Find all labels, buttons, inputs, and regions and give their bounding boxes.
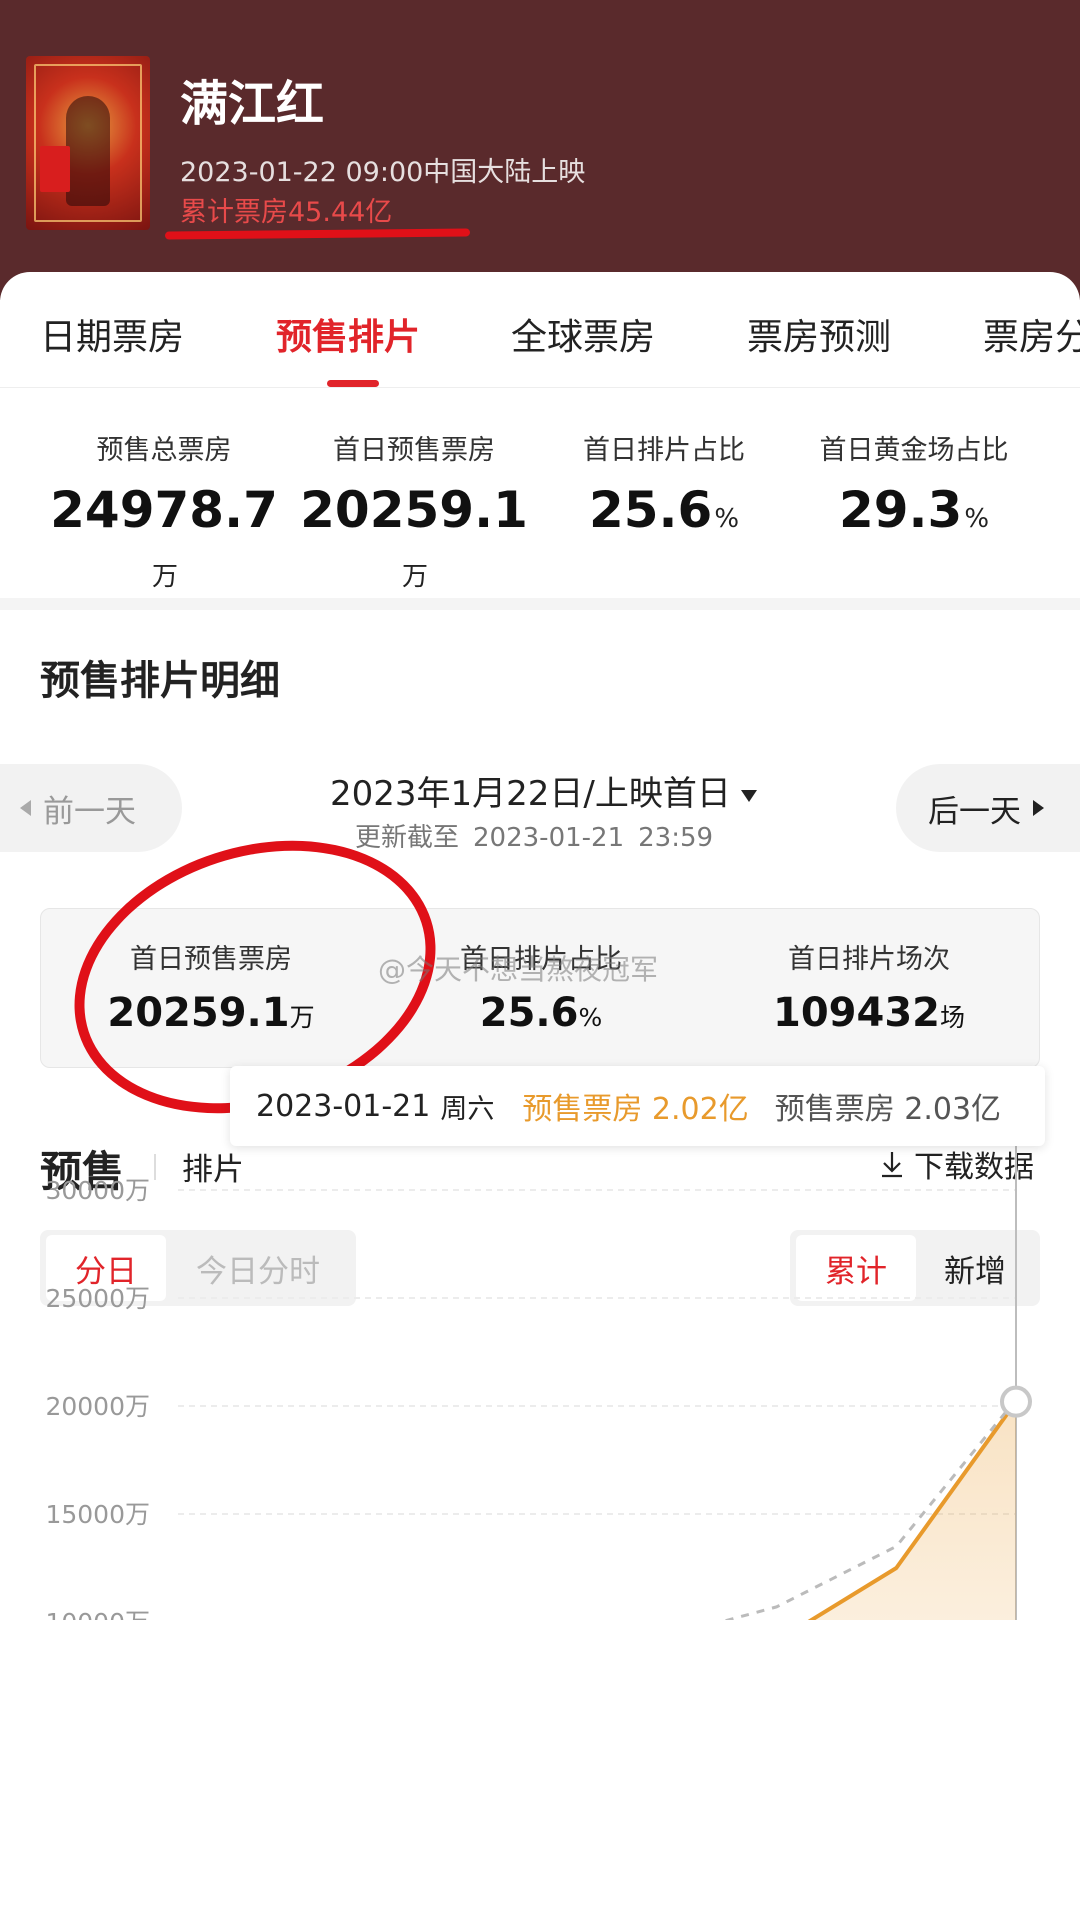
section-divider — [0, 598, 1080, 610]
next-day-button[interactable]: 后一天 — [896, 764, 1080, 852]
tab-box-office-forecast[interactable]: 票房预测 — [747, 308, 891, 360]
sub-stat-showings: 首日排片场次 109432场 — [719, 937, 1019, 1036]
tab-bar: 日期票房 预售排片 全球票房 票房预测 票房分 — [0, 272, 1080, 388]
stat-unit: % — [964, 504, 990, 534]
tab-global-box-office[interactable]: 全球票房 — [511, 308, 655, 360]
tab-presale-schedule[interactable]: 预售排片 — [276, 308, 420, 360]
update-timestamp: 更新截至 2023-01-21 23:59 — [355, 817, 713, 854]
release-info: 2023-01-22 09:00中国大陆上映 — [180, 157, 586, 188]
stat-label: 预售总票房 — [96, 435, 232, 466]
stat-label: 首日黄金场占比 — [819, 435, 1009, 466]
stat-first-day-presale: 首日预售票房 20259.1 万 — [289, 428, 539, 597]
update-date: 2023-01-21 — [473, 823, 625, 853]
highlighted-point — [1000, 1385, 1032, 1418]
stat-value: 20259.1 万 — [289, 481, 539, 597]
series-area-fill — [178, 1401, 1016, 1838]
stat-unit: 万 — [401, 562, 428, 592]
poster-figure — [66, 96, 110, 206]
y-tick-label: 30000万 — [45, 1176, 150, 1205]
stat-presale-total: 预售总票房 24978.7 万 — [39, 428, 289, 597]
current-date: 2023年1月22日/上映首日 — [330, 774, 731, 814]
prev-day-button[interactable]: 前一天 — [0, 764, 182, 852]
y-tick-label: 25000万 — [45, 1284, 150, 1313]
movie-header: 满江红 2023-01-22 09:00中国大陆上映 累计票房45.44亿 — [0, 0, 1080, 300]
sub-stat-number: 109432 — [772, 990, 940, 1036]
sub-stat-value: 25.6% — [391, 990, 691, 1036]
stat-number: 20259.1 — [300, 481, 528, 539]
summary-stats: 预售总票房 24978.7 万 首日预售票房 20259.1 万 首日排片占比 25… — [0, 388, 1080, 592]
tooltip-series-current: 预售票房 2.02亿 — [522, 1092, 749, 1127]
triangle-left-icon — [20, 800, 31, 816]
prev-day-label: 前一天 — [43, 793, 136, 830]
sub-stat-number: 25.6 — [479, 990, 579, 1036]
sub-stat-label: 首日排片场次 — [788, 944, 950, 975]
sub-stat-unit: 场 — [939, 1003, 965, 1032]
y-tick-label: 10000万 — [45, 1608, 150, 1620]
update-label: 更新截至 — [355, 823, 460, 853]
red-underline-annotation — [164, 228, 471, 240]
stat-first-day-prime-share: 首日黄金场占比 29.3% — [789, 428, 1039, 539]
stat-value: 29.3% — [789, 481, 1039, 539]
tab-box-office-analysis[interactable]: 票房分 — [983, 308, 1080, 360]
stat-value: 24978.7 万 — [39, 481, 289, 597]
cumulative-box-office: 累计票房45.44亿 — [180, 197, 393, 228]
stat-number: 24978.7 — [50, 481, 278, 539]
update-time: 23:59 — [638, 823, 714, 853]
tooltip-series-compare: 预售票房 2.03亿 — [774, 1092, 1002, 1127]
y-tick-label: 15000万 — [45, 1500, 150, 1529]
active-tab-indicator — [327, 380, 379, 387]
triangle-right-icon — [1033, 800, 1044, 816]
stat-number: 25.6 — [588, 481, 713, 539]
movie-title: 满江红 — [180, 76, 325, 132]
tab-daily-box-office[interactable]: 日期票房 — [40, 308, 184, 360]
poster-seal — [40, 146, 70, 192]
stat-value: 25.6% — [539, 481, 789, 539]
stat-label: 首日排片占比 — [583, 435, 745, 466]
next-day-label: 后一天 — [928, 793, 1021, 830]
stat-unit: 万 — [151, 562, 178, 592]
tooltip-date: 2023-01-21 — [256, 1088, 431, 1124]
y-tick-label: 20000万 — [45, 1392, 150, 1421]
stat-number: 29.3 — [838, 481, 963, 539]
section-title: 预售排片明细 — [40, 658, 280, 704]
date-selector[interactable]: 2023年1月22日/上映首日 — [330, 766, 757, 815]
caret-down-icon — [740, 789, 757, 802]
weibo-watermark: @今天不想当熬夜冠军 — [378, 953, 659, 986]
sub-stat-unit: % — [578, 1003, 603, 1032]
stat-label: 首日预售票房 — [333, 435, 495, 466]
app-screen: 满江红 2023-01-22 09:00中国大陆上映 累计票房45.44亿 日期… — [0, 0, 1080, 1920]
tooltip-weekday: 周六 — [440, 1093, 495, 1125]
chart-tooltip: 2023-01-21 周六 预售票房 2.02亿 预售票房 2.03亿 — [230, 1066, 1045, 1146]
sub-stat-value: 109432场 — [719, 990, 1019, 1036]
stat-first-day-schedule-share: 首日排片占比 25.6% — [539, 428, 789, 539]
movie-poster[interactable] — [26, 56, 150, 230]
stat-unit: % — [714, 504, 740, 534]
